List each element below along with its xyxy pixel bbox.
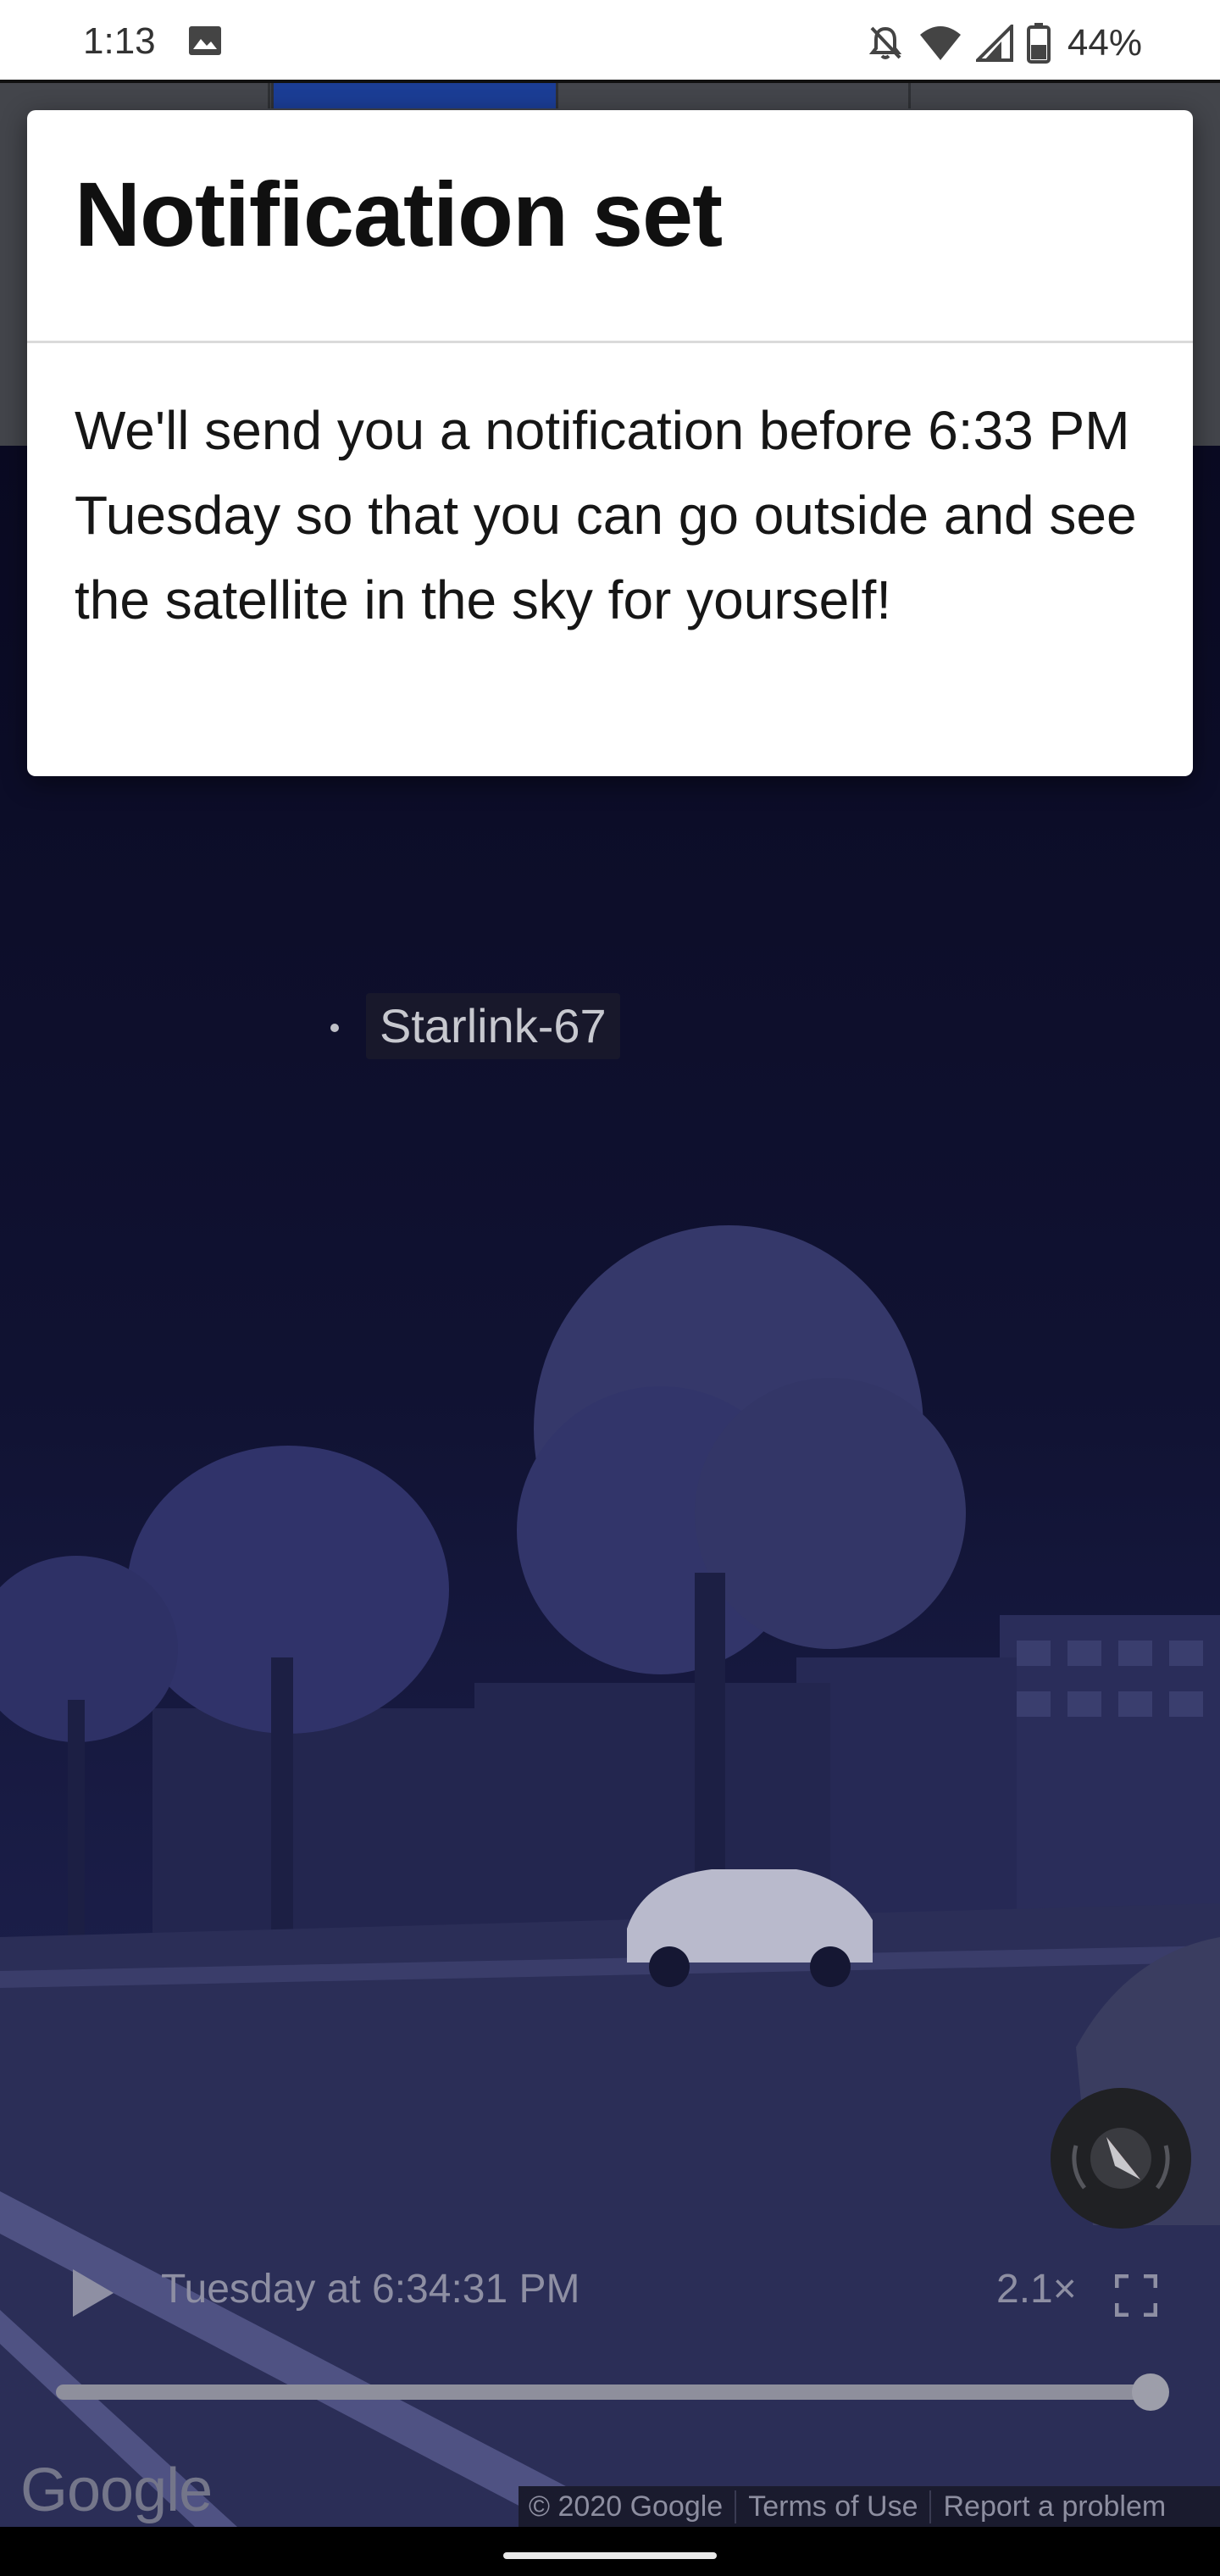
notifications-off-icon [868,26,902,59]
dialog-body: We'll send you a notification before 6:3… [75,400,1137,630]
report-problem-link[interactable]: Report a problem [929,2490,1178,2523]
signal-icon [975,25,1013,62]
satellite-label[interactable]: Starlink-67 [366,993,620,1059]
wifi-icon [919,26,961,60]
satellite-marker[interactable] [330,1024,339,1032]
map-footer: © 2020 Google Terms of Use Report a prob… [518,2486,1220,2527]
compass-icon[interactable] [1051,2088,1191,2229]
status-time: 1:13 [83,20,156,62]
google-logo: Google [20,2457,213,2524]
dialog-divider [27,341,1193,343]
navigation-bar [0,2527,1220,2576]
playback-speed[interactable]: 2.1× [996,2266,1077,2312]
app-tab-active[interactable] [271,83,557,108]
app-tab[interactable] [908,83,1220,108]
app-tab[interactable] [268,83,270,108]
terms-of-use-link[interactable]: Terms of Use [735,2490,929,2523]
app-tab[interactable] [556,83,907,108]
fullscreen-icon[interactable] [1115,2274,1157,2317]
battery-percent: 44% [1067,22,1142,64]
timeline-slider-thumb[interactable] [1132,2373,1170,2411]
battery-icon [1026,23,1051,64]
copyright-text: © 2020 Google [529,2490,724,2523]
notification-set-dialog: Notification set We'll send you a notifi… [27,110,1193,776]
playback-time: Tuesday at 6:34:31 PM [161,2267,580,2312]
status-icons: 44% [866,20,1142,66]
status-bar: 1:13 44% [0,0,1220,83]
gallery-icon [189,26,221,55]
play-icon[interactable] [61,2262,122,2323]
timeline-slider[interactable] [56,2384,1167,2400]
dialog-title: Notification set [75,163,723,265]
home-gesture-handle[interactable] [503,2552,717,2559]
